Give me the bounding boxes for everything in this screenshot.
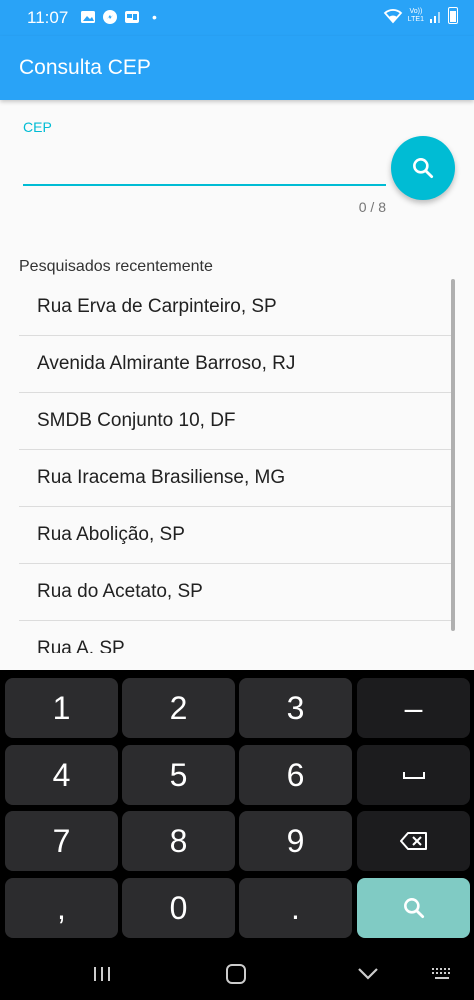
status-bar: 11:07 • Vo)) LTE1 <box>0 0 474 36</box>
cep-label: CEP <box>23 119 52 135</box>
recent-searches-list: Rua Erva de Carpinteiro, SP Avenida Almi… <box>19 279 453 653</box>
key-1[interactable]: 1 <box>5 678 118 738</box>
messenger-icon <box>103 10 117 24</box>
chevron-down-icon <box>358 968 378 980</box>
space-icon <box>402 772 425 779</box>
key-period[interactable]: . <box>239 878 352 938</box>
list-item[interactable]: Avenida Almirante Barroso, RJ <box>19 336 453 393</box>
search-button[interactable] <box>391 136 455 200</box>
network-type-label: Vo)) LTE1 <box>408 8 424 24</box>
wifi-icon <box>383 8 403 23</box>
app-title: Consulta CEP <box>19 56 151 79</box>
key-0[interactable]: 0 <box>122 878 235 938</box>
system-icons: Vo)) LTE1 <box>383 7 458 24</box>
cep-character-counter: 0 / 8 <box>358 199 386 215</box>
key-6[interactable]: 6 <box>239 745 352 805</box>
search-icon <box>413 158 434 179</box>
backspace-icon <box>399 832 427 850</box>
key-7[interactable]: 7 <box>5 811 118 871</box>
app-bar: Consulta CEP <box>0 36 474 100</box>
key-5[interactable]: 5 <box>122 745 235 805</box>
keyboard-switch-button[interactable] <box>422 960 462 988</box>
key-3[interactable]: 3 <box>239 678 352 738</box>
list-scrollbar[interactable] <box>451 279 455 631</box>
recent-apps-button[interactable] <box>82 960 122 988</box>
list-item[interactable]: SMDB Conjunto 10, DF <box>19 393 453 450</box>
key-8[interactable]: 8 <box>122 811 235 871</box>
list-item[interactable]: Rua do Acetato, SP <box>19 564 453 621</box>
status-time: 11:07 <box>27 8 69 27</box>
more-notifications-dot: • <box>152 9 157 25</box>
volte-label: Vo)) <box>409 7 423 15</box>
list-item[interactable]: Rua Abolição, SP <box>19 507 453 564</box>
signal-icon <box>430 11 440 23</box>
hide-keyboard-button[interactable] <box>348 960 388 988</box>
list-item[interactable]: Rua Iracema Brasiliense, MG <box>19 450 453 507</box>
search-icon <box>403 898 424 919</box>
app-notification-icon <box>125 11 139 23</box>
gallery-icon <box>81 11 95 23</box>
list-item[interactable]: Rua A, SP <box>19 621 453 653</box>
key-comma[interactable]: , <box>5 878 118 938</box>
keyboard-icon <box>432 968 450 979</box>
list-item[interactable]: Rua Erva de Carpinteiro, SP <box>19 279 453 336</box>
key-2[interactable]: 2 <box>122 678 235 738</box>
notification-icons: • <box>80 9 157 25</box>
recent-apps-icon <box>94 967 110 981</box>
key-space[interactable] <box>357 745 470 805</box>
lte-label: LTE1 <box>407 15 424 23</box>
home-button[interactable] <box>216 960 256 988</box>
numeric-keyboard: 1 2 3 – 4 5 6 7 8 9 , 0 . <box>0 670 474 1000</box>
recent-searches-title: Pesquisados recentemente <box>19 258 213 275</box>
key-9[interactable]: 9 <box>239 811 352 871</box>
home-icon <box>226 964 246 984</box>
key-backspace[interactable] <box>357 811 470 871</box>
battery-icon <box>448 7 458 24</box>
key-4[interactable]: 4 <box>5 745 118 805</box>
cep-input[interactable] <box>23 150 386 186</box>
key-dash[interactable]: – <box>357 678 470 738</box>
key-search[interactable] <box>357 878 470 938</box>
